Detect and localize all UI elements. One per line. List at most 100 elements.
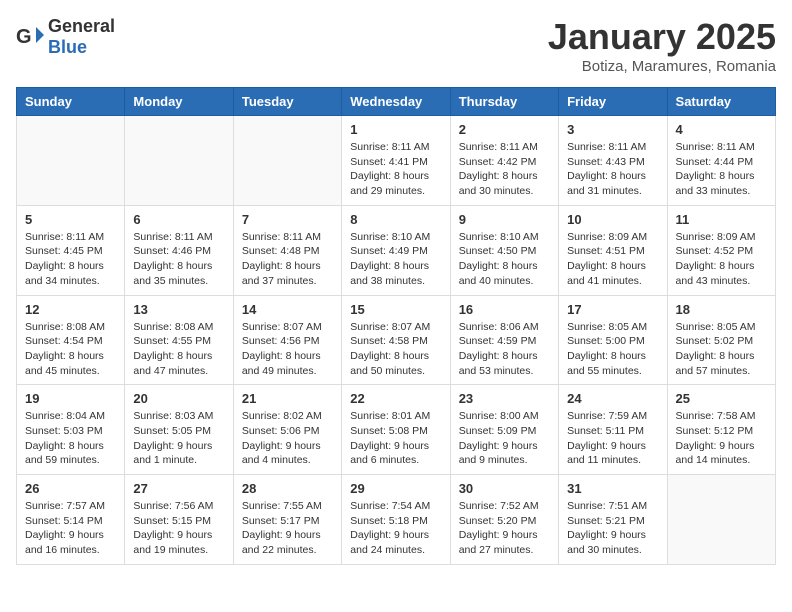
day-number: 6 — [133, 212, 224, 227]
title-block: January 2025 Botiza, Maramures, Romania — [548, 16, 776, 75]
day-info: Sunrise: 8:06 AM Sunset: 4:59 PM Dayligh… — [459, 320, 550, 379]
day-info: Sunrise: 8:00 AM Sunset: 5:09 PM Dayligh… — [459, 409, 550, 468]
calendar-cell: 9Sunrise: 8:10 AM Sunset: 4:50 PM Daylig… — [450, 205, 558, 295]
weekday-header-tuesday: Tuesday — [233, 88, 341, 116]
day-info: Sunrise: 8:11 AM Sunset: 4:41 PM Dayligh… — [350, 140, 441, 199]
day-number: 28 — [242, 481, 333, 496]
calendar-cell: 30 Sunrise: 7:52 AM Sunset: 5:20 PM Dayli… — [450, 475, 558, 565]
calendar-cell: 2 Sunrise: 8:11 AM Sunset: 4:42 PM Daylig… — [450, 116, 558, 206]
calendar-cell: 15 Sunrise: 8:07 AM Sunset: 4:58 PM Dayli… — [342, 295, 450, 385]
day-number: 7 — [242, 212, 333, 227]
calendar-cell: 21 Sunrise: 8:02 AM Sunset: 5:06 PM Dayli… — [233, 385, 341, 475]
calendar-cell: 29 Sunrise: 7:54 AM Sunset: 5:18 PM Dayli… — [342, 475, 450, 565]
day-info: Sunrise: 8:11 AM Sunset: 4:43 PM Dayligh… — [567, 140, 658, 199]
calendar-cell: 4 Sunrise: 8:11 AM Sunset: 4:44 PM Daylig… — [667, 116, 775, 206]
week-row-1: 1 Sunrise: 8:11 AM Sunset: 4:41 PM Daylig… — [17, 116, 776, 206]
day-info: Sunrise: 8:07 AM Sunset: 4:56 PM Dayligh… — [242, 320, 333, 379]
calendar-cell: 31Sunrise: 7:51 AM Sunset: 5:21 PM Dayli… — [559, 475, 667, 565]
calendar-title: January 2025 — [548, 16, 776, 58]
week-row-2: 5Sunrise: 8:11 AM Sunset: 4:45 PM Daylig… — [17, 205, 776, 295]
day-info: Sunrise: 8:11 AM Sunset: 4:44 PM Dayligh… — [676, 140, 767, 199]
day-info: Sunrise: 7:54 AM Sunset: 5:18 PM Dayligh… — [350, 499, 441, 558]
logo: G General Blue — [16, 16, 115, 58]
day-number: 10 — [567, 212, 658, 227]
calendar-cell: 3 Sunrise: 8:11 AM Sunset: 4:43 PM Daylig… — [559, 116, 667, 206]
day-number: 23 — [459, 391, 550, 406]
day-number: 17 — [567, 302, 658, 317]
day-number: 14 — [242, 302, 333, 317]
day-info: Sunrise: 8:11 AM Sunset: 4:42 PM Dayligh… — [459, 140, 550, 199]
day-info: Sunrise: 7:59 AM Sunset: 5:11 PM Dayligh… — [567, 409, 658, 468]
day-info: Sunrise: 7:58 AM Sunset: 5:12 PM Dayligh… — [676, 409, 767, 468]
day-info: Sunrise: 8:09 AM Sunset: 4:51 PM Dayligh… — [567, 230, 658, 289]
weekday-header-row: SundayMondayTuesdayWednesdayThursdayFrid… — [17, 88, 776, 116]
calendar-cell: 12 Sunrise: 8:08 AM Sunset: 4:54 PM Dayli… — [17, 295, 125, 385]
calendar-cell: 8Sunrise: 8:10 AM Sunset: 4:49 PM Daylig… — [342, 205, 450, 295]
day-number: 22 — [350, 391, 441, 406]
calendar-cell: 10 Sunrise: 8:09 AM Sunset: 4:51 PM Dayli… — [559, 205, 667, 295]
day-number: 20 — [133, 391, 224, 406]
calendar-cell: 5Sunrise: 8:11 AM Sunset: 4:45 PM Daylig… — [17, 205, 125, 295]
calendar-cell: 17 Sunrise: 8:05 AM Sunset: 5:00 PM Dayli… — [559, 295, 667, 385]
calendar-cell: 11Sunrise: 8:09 AM Sunset: 4:52 PM Dayli… — [667, 205, 775, 295]
calendar-cell: 14 Sunrise: 8:07 AM Sunset: 4:56 PM Dayli… — [233, 295, 341, 385]
calendar-cell: 1 Sunrise: 8:11 AM Sunset: 4:41 PM Daylig… — [342, 116, 450, 206]
weekday-header-monday: Monday — [125, 88, 233, 116]
calendar-cell: 26Sunrise: 7:57 AM Sunset: 5:14 PM Dayli… — [17, 475, 125, 565]
weekday-header-thursday: Thursday — [450, 88, 558, 116]
day-number: 4 — [676, 122, 767, 137]
weekday-header-saturday: Saturday — [667, 88, 775, 116]
calendar-table: SundayMondayTuesdayWednesdayThursdayFrid… — [16, 87, 776, 565]
calendar-subtitle: Botiza, Maramures, Romania — [548, 58, 776, 75]
day-info: Sunrise: 8:03 AM Sunset: 5:05 PM Dayligh… — [133, 409, 224, 468]
day-info: Sunrise: 8:10 AM Sunset: 4:50 PM Dayligh… — [459, 230, 550, 289]
day-info: Sunrise: 7:56 AM Sunset: 5:15 PM Dayligh… — [133, 499, 224, 558]
day-number: 21 — [242, 391, 333, 406]
calendar-cell: 13 Sunrise: 8:08 AM Sunset: 4:55 PM Dayli… — [125, 295, 233, 385]
calendar-cell: 24Sunrise: 7:59 AM Sunset: 5:11 PM Dayli… — [559, 385, 667, 475]
day-info: Sunrise: 7:52 AM Sunset: 5:20 PM Dayligh… — [459, 499, 550, 558]
day-info: Sunrise: 8:11 AM Sunset: 4:46 PM Dayligh… — [133, 230, 224, 289]
weekday-header-friday: Friday — [559, 88, 667, 116]
weekday-header-sunday: Sunday — [17, 88, 125, 116]
day-number: 12 — [25, 302, 116, 317]
calendar-cell: 6 Sunrise: 8:11 AM Sunset: 4:46 PM Daylig… — [125, 205, 233, 295]
calendar-cell: 20 Sunrise: 8:03 AM Sunset: 5:05 PM Dayli… — [125, 385, 233, 475]
day-info: Sunrise: 8:01 AM Sunset: 5:08 PM Dayligh… — [350, 409, 441, 468]
day-info: Sunrise: 8:05 AM Sunset: 5:02 PM Dayligh… — [676, 320, 767, 379]
day-info: Sunrise: 8:07 AM Sunset: 4:58 PM Dayligh… — [350, 320, 441, 379]
day-info: Sunrise: 8:05 AM Sunset: 5:00 PM Dayligh… — [567, 320, 658, 379]
calendar-cell: 22 Sunrise: 8:01 AM Sunset: 5:08 PM Dayli… — [342, 385, 450, 475]
day-info: Sunrise: 8:11 AM Sunset: 4:48 PM Dayligh… — [242, 230, 333, 289]
day-number: 1 — [350, 122, 441, 137]
calendar-cell — [17, 116, 125, 206]
day-number: 31 — [567, 481, 658, 496]
calendar-cell: 7 Sunrise: 8:11 AM Sunset: 4:48 PM Daylig… — [233, 205, 341, 295]
calendar-cell: 25 Sunrise: 7:58 AM Sunset: 5:12 PM Dayli… — [667, 385, 775, 475]
day-number: 30 — [459, 481, 550, 496]
day-info: Sunrise: 8:02 AM Sunset: 5:06 PM Dayligh… — [242, 409, 333, 468]
calendar-cell — [667, 475, 775, 565]
day-number: 2 — [459, 122, 550, 137]
calendar-cell: 27 Sunrise: 7:56 AM Sunset: 5:15 PM Dayli… — [125, 475, 233, 565]
day-info: Sunrise: 8:11 AM Sunset: 4:45 PM Dayligh… — [25, 230, 116, 289]
day-number: 25 — [676, 391, 767, 406]
day-info: Sunrise: 8:08 AM Sunset: 4:54 PM Dayligh… — [25, 320, 116, 379]
calendar-cell — [125, 116, 233, 206]
day-info: Sunrise: 8:04 AM Sunset: 5:03 PM Dayligh… — [25, 409, 116, 468]
day-number: 15 — [350, 302, 441, 317]
day-info: Sunrise: 8:08 AM Sunset: 4:55 PM Dayligh… — [133, 320, 224, 379]
day-number: 13 — [133, 302, 224, 317]
day-number: 19 — [25, 391, 116, 406]
day-info: Sunrise: 7:55 AM Sunset: 5:17 PM Dayligh… — [242, 499, 333, 558]
weekday-header-wednesday: Wednesday — [342, 88, 450, 116]
week-row-5: 26Sunrise: 7:57 AM Sunset: 5:14 PM Dayli… — [17, 475, 776, 565]
day-info: Sunrise: 8:10 AM Sunset: 4:49 PM Dayligh… — [350, 230, 441, 289]
day-info: Sunrise: 8:09 AM Sunset: 4:52 PM Dayligh… — [676, 230, 767, 289]
calendar-cell: 23 Sunrise: 8:00 AM Sunset: 5:09 PM Dayli… — [450, 385, 558, 475]
day-number: 3 — [567, 122, 658, 137]
day-number: 29 — [350, 481, 441, 496]
day-number: 18 — [676, 302, 767, 317]
logo-general: General — [48, 16, 115, 36]
day-number: 27 — [133, 481, 224, 496]
